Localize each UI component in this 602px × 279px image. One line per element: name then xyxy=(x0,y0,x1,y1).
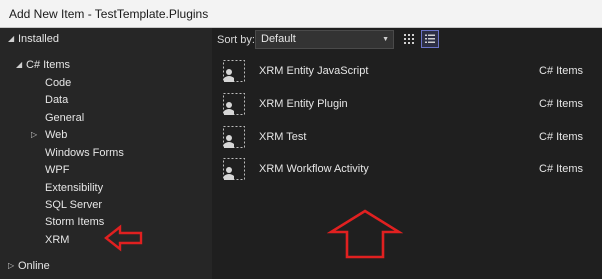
tree-node-csharp-items[interactable]: ◢ C# Items xyxy=(16,57,70,73)
tree-item-label: Windows Forms xyxy=(45,147,124,159)
csharp-file-template-icon xyxy=(223,93,245,115)
template-category: C# Items xyxy=(539,163,584,175)
tree-item-label: Code xyxy=(45,77,72,89)
tree-item-label: Data xyxy=(45,94,69,106)
collapsed-arrow-icon[interactable]: ▷ xyxy=(8,258,18,274)
tree-item-label: Extensibility xyxy=(45,182,104,194)
template-name: XRM Workflow Activity xyxy=(259,163,369,175)
tree-item-code[interactable]: Code xyxy=(45,75,71,91)
template-name: XRM Entity Plugin xyxy=(259,98,348,110)
tree-item-storm-items[interactable]: Storm Items xyxy=(45,214,104,230)
sort-by-label: Sort by: xyxy=(217,34,255,46)
template-list-item[interactable]: XRM Test C# Items xyxy=(216,122,598,153)
tree-item-label: General xyxy=(45,112,85,124)
template-category: C# Items xyxy=(539,131,584,143)
sort-by-dropdown[interactable]: Default ▼ xyxy=(255,30,394,49)
collapsed-arrow-icon[interactable]: ▷ xyxy=(31,127,45,143)
expanded-arrow-icon[interactable]: ◢ xyxy=(16,57,26,73)
tree-item-web[interactable]: ▷ Web xyxy=(31,127,67,143)
tree-item-label: WPF xyxy=(45,164,70,176)
template-category: C# Items xyxy=(539,98,584,110)
window-title: Add New Item - TestTemplate.Plugins xyxy=(0,0,602,28)
tree-item-xrm[interactable]: XRM xyxy=(45,232,69,248)
tree-node-online[interactable]: ▷ Online xyxy=(8,258,50,274)
tree-node-installed[interactable]: ◢ Installed xyxy=(8,31,59,47)
tree-node-label: C# Items xyxy=(26,59,71,71)
template-name: XRM Test xyxy=(259,131,307,143)
tree-item-data[interactable]: Data xyxy=(45,92,68,108)
chevron-down-icon: ▼ xyxy=(382,36,389,43)
csharp-file-template-icon xyxy=(223,158,245,180)
tree-node-label: Installed xyxy=(18,33,59,45)
tree-item-extensibility[interactable]: Extensibility xyxy=(45,180,103,196)
tree-item-general[interactable]: General xyxy=(45,110,84,126)
red-left-arrow-icon xyxy=(104,224,143,252)
list-toolbar: Sort by: Default ▼ xyxy=(212,28,602,52)
tree-item-label: SQL Server xyxy=(45,199,103,211)
csharp-file-template-icon xyxy=(223,60,245,82)
tree-item-label: Storm Items xyxy=(45,216,105,228)
grid-view-button[interactable] xyxy=(400,30,418,48)
grid-view-icon xyxy=(404,34,414,44)
red-up-arrow-icon xyxy=(327,209,403,259)
template-category: C# Items xyxy=(539,65,584,77)
list-view-button[interactable] xyxy=(421,30,439,48)
template-tree: ◢ Installed ◢ C# Items Code Data General ▷… xyxy=(0,28,212,279)
sort-by-value: Default xyxy=(261,33,296,45)
list-view-icon xyxy=(425,34,435,43)
tree-node-label: Online xyxy=(18,260,50,272)
tree-item-windows-forms[interactable]: Windows Forms xyxy=(45,145,124,161)
tree-item-label: Web xyxy=(45,129,68,141)
template-list-item[interactable]: XRM Entity Plugin C# Items xyxy=(216,89,598,120)
tree-item-sql-server[interactable]: SQL Server xyxy=(45,197,102,213)
expanded-arrow-icon[interactable]: ◢ xyxy=(8,31,18,47)
tree-item-label: XRM xyxy=(45,234,70,246)
template-name: XRM Entity JavaScript xyxy=(259,65,369,77)
tree-item-wpf[interactable]: WPF xyxy=(45,162,69,178)
template-list-item[interactable]: XRM Entity JavaScript C# Items xyxy=(216,56,598,87)
template-list-pane: Sort by: Default ▼ XRM Entity JavaScript… xyxy=(212,28,602,279)
csharp-file-template-icon xyxy=(223,126,245,148)
template-list-item[interactable]: XRM Workflow Activity C# Items xyxy=(216,154,598,185)
